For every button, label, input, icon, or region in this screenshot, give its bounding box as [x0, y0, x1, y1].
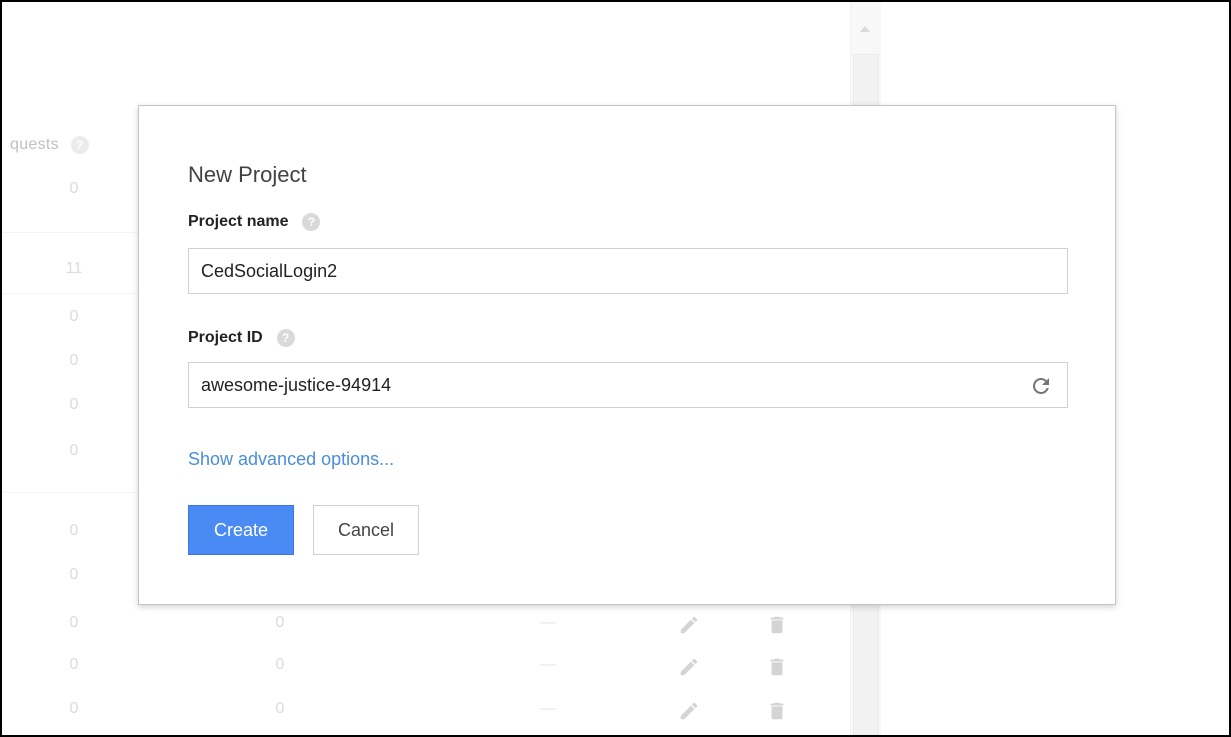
project-id-input[interactable] — [188, 362, 1068, 408]
cancel-button[interactable]: Cancel — [313, 505, 419, 555]
project-id-label-row: Project ID ? — [188, 329, 295, 347]
project-name-input[interactable] — [188, 248, 1068, 294]
project-name-label-row: Project name ? — [188, 213, 321, 231]
help-icon[interactable]: ? — [276, 329, 295, 347]
project-name-label: Project name — [188, 213, 289, 230]
refresh-icon[interactable] — [1029, 374, 1053, 398]
show-advanced-options-link[interactable]: Show advanced options... — [188, 449, 394, 470]
new-project-dialog: New Project Project name ? Project ID ? … — [138, 105, 1116, 605]
screen-frame: quests ? 0 11 0 0 0 0 0 0 0 0 — 0 0 — 0 … — [0, 0, 1231, 737]
create-button[interactable]: Create — [188, 505, 294, 555]
project-id-label: Project ID — [188, 329, 263, 346]
help-icon[interactable]: ? — [302, 213, 321, 231]
dialog-title: New Project — [188, 162, 307, 187]
